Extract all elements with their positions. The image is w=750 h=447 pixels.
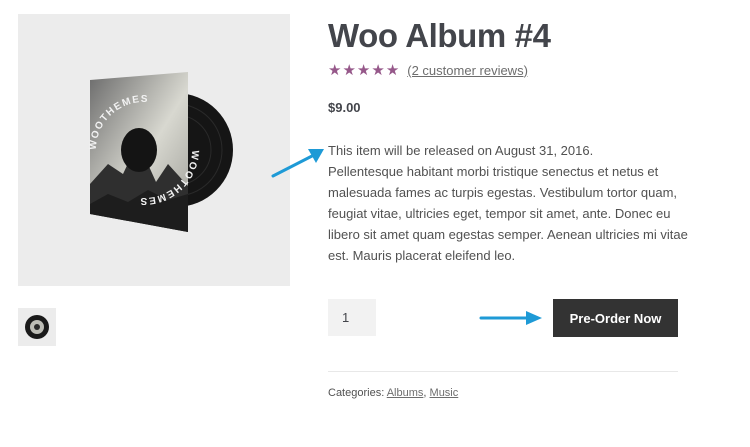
category-link-music[interactable]: Music (430, 387, 459, 399)
star-rating: ★ ★ ★ ★ ★ (2 customer reviews) (328, 60, 528, 80)
product-categories: Categories: Albums, Music (328, 385, 458, 401)
star-icon: ★ (371, 61, 385, 79)
star-icon: ★ (385, 61, 400, 79)
vinyl-thumbnail-icon (18, 308, 56, 346)
product-short-description: This item will be released on August 31,… (328, 140, 688, 266)
quantity-input[interactable] (328, 299, 376, 336)
rating-stars: ★ ★ ★ ★ ★ (328, 63, 399, 78)
description-paragraph: Pellentesque habitant morbi tristique se… (328, 164, 688, 263)
product-title: Woo Album #4 (328, 17, 551, 54)
product-price: $9.00 (328, 100, 361, 115)
pre-order-button[interactable]: Pre-Order Now (553, 299, 678, 337)
divider (328, 371, 678, 372)
gallery-thumbnail[interactable] (18, 308, 56, 346)
vinyl-record-image: WOOTHEMES WOOTHEMES (18, 14, 290, 286)
customer-reviews-link[interactable]: (2 customer reviews) (407, 63, 528, 78)
star-icon: ★ (356, 61, 371, 79)
annotation-arrow-icon (271, 149, 324, 178)
release-date-notice: This item will be released on August 31,… (328, 143, 594, 158)
product-main-image[interactable]: WOOTHEMES WOOTHEMES (18, 14, 290, 286)
star-icon: ★ (342, 61, 356, 79)
annotation-arrow-icon (479, 311, 542, 325)
category-link-albums[interactable]: Albums (387, 387, 424, 399)
categories-label: Categories: (328, 387, 385, 399)
star-icon: ★ (328, 61, 342, 79)
